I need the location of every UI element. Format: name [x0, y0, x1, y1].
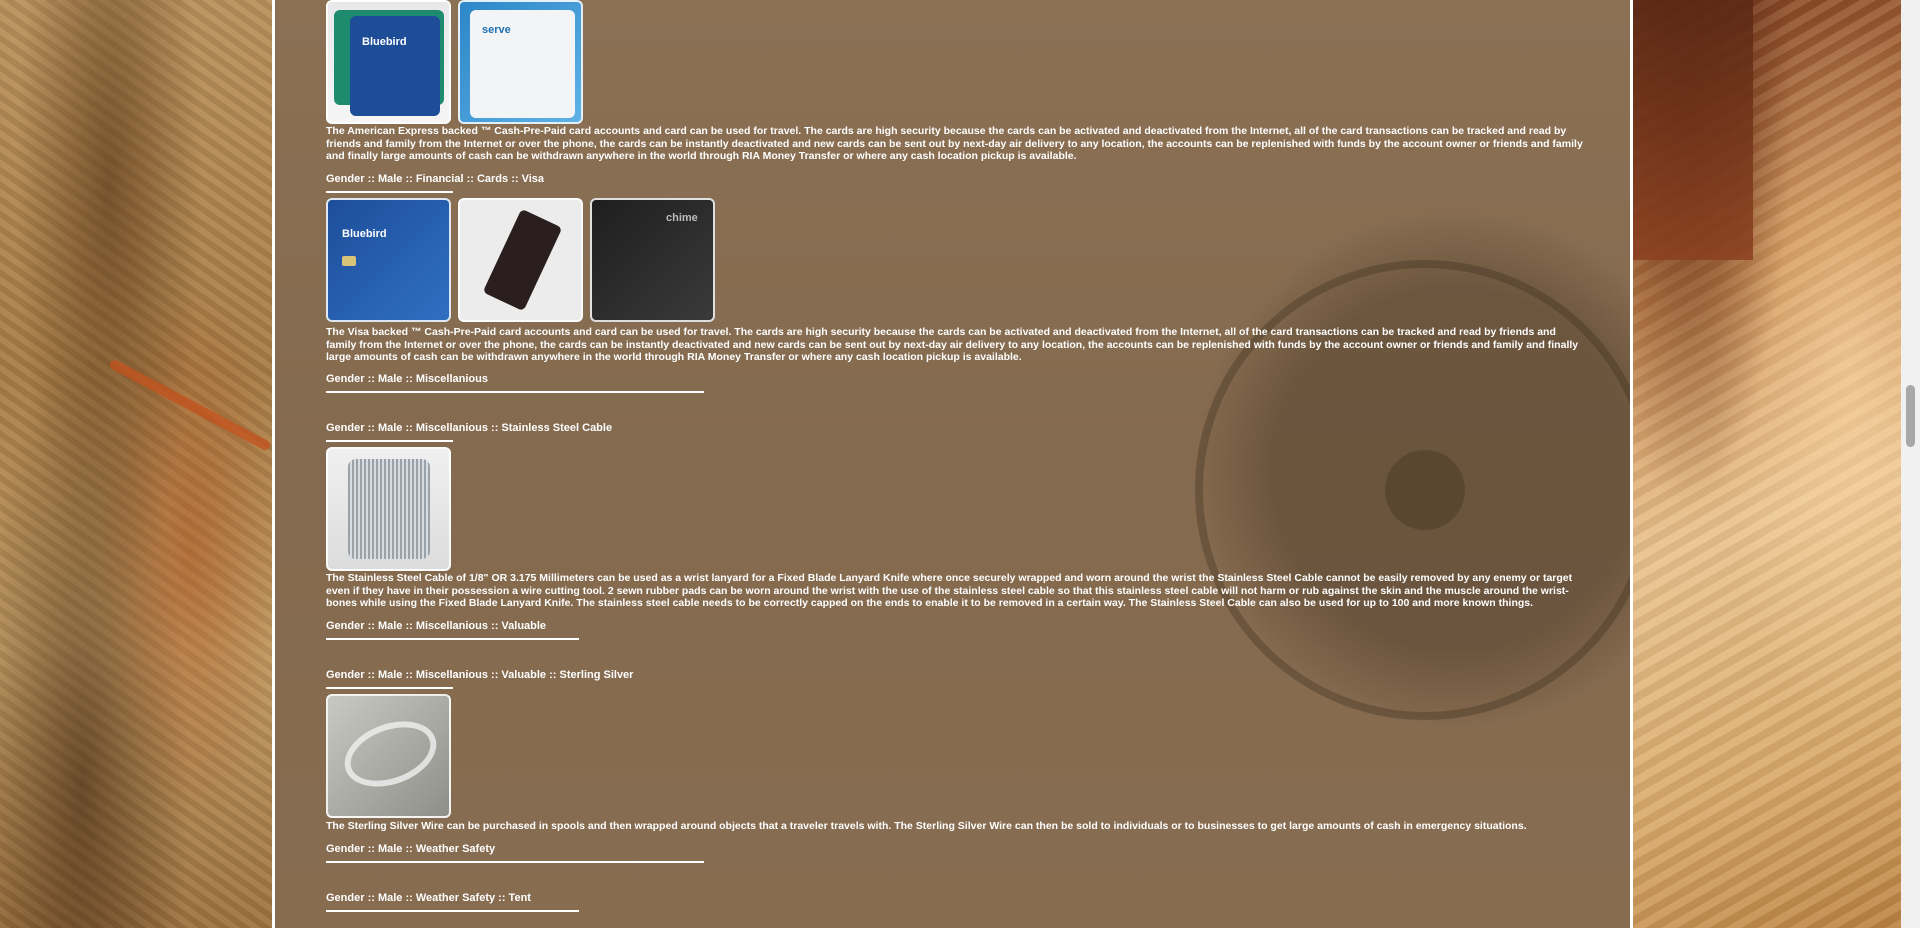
section-heading-miscellanious[interactable]: Gender :: Male :: Miscellanious [326, 373, 488, 385]
stainless-steel-cable-description: The Stainless Steel Cable of 1/8" OR 3.1… [326, 572, 1573, 609]
background-map-right [1633, 0, 1901, 928]
section-heading-visa[interactable]: Gender :: Male :: Financial :: Cards :: … [326, 173, 544, 185]
section-underline [326, 191, 453, 193]
map-scroll-band [1633, 0, 1753, 260]
sterling-silver-wire-image[interactable] [326, 694, 451, 818]
visa-black-card-image[interactable] [458, 198, 583, 322]
card-brand-label: Bluebird [362, 36, 407, 48]
section-underline [326, 861, 704, 863]
visa-bluebird-card-image[interactable]: Bluebird [326, 198, 451, 322]
main-content: Bluebird serve The American Express back… [272, 0, 1633, 928]
card-brand-label: chime [666, 212, 698, 224]
section-heading-weather-safety[interactable]: Gender :: Male :: Weather Safety [326, 843, 495, 855]
amex-serve-card-image[interactable]: serve [458, 0, 583, 124]
section-heading-valuable[interactable]: Gender :: Male :: Miscellanious :: Valua… [326, 620, 546, 632]
card-brand-label: Bluebird [342, 228, 387, 240]
amex-bluebird-card-image[interactable]: Bluebird [326, 0, 451, 124]
section-heading-tent[interactable]: Gender :: Male :: Weather Safety :: Tent [326, 892, 531, 904]
section-underline [326, 440, 453, 442]
vertical-scrollbar[interactable] [1901, 0, 1920, 928]
section-underline [326, 910, 579, 912]
background-map-left [0, 0, 272, 928]
section-heading-stainless-steel-cable[interactable]: Gender :: Male :: Miscellanious :: Stain… [326, 422, 612, 434]
stainless-steel-cable-image[interactable] [326, 447, 451, 571]
section-heading-sterling-silver[interactable]: Gender :: Male :: Miscellanious :: Valua… [326, 669, 633, 681]
scrollbar-thumb[interactable] [1906, 385, 1915, 447]
card-brand-label: serve [482, 24, 511, 36]
section-underline [326, 391, 704, 393]
visa-chime-card-image[interactable]: chime [590, 198, 715, 322]
amex-card-description: The American Express backed ™ Cash-Pre-P… [326, 125, 1583, 162]
sterling-silver-description: The Sterling Silver Wire can be purchase… [326, 820, 1527, 832]
map-route-line [108, 358, 272, 452]
section-underline [326, 687, 453, 689]
visa-card-description: The Visa backed ™ Cash-Pre-Paid card acc… [326, 326, 1579, 363]
section-underline [326, 638, 579, 640]
